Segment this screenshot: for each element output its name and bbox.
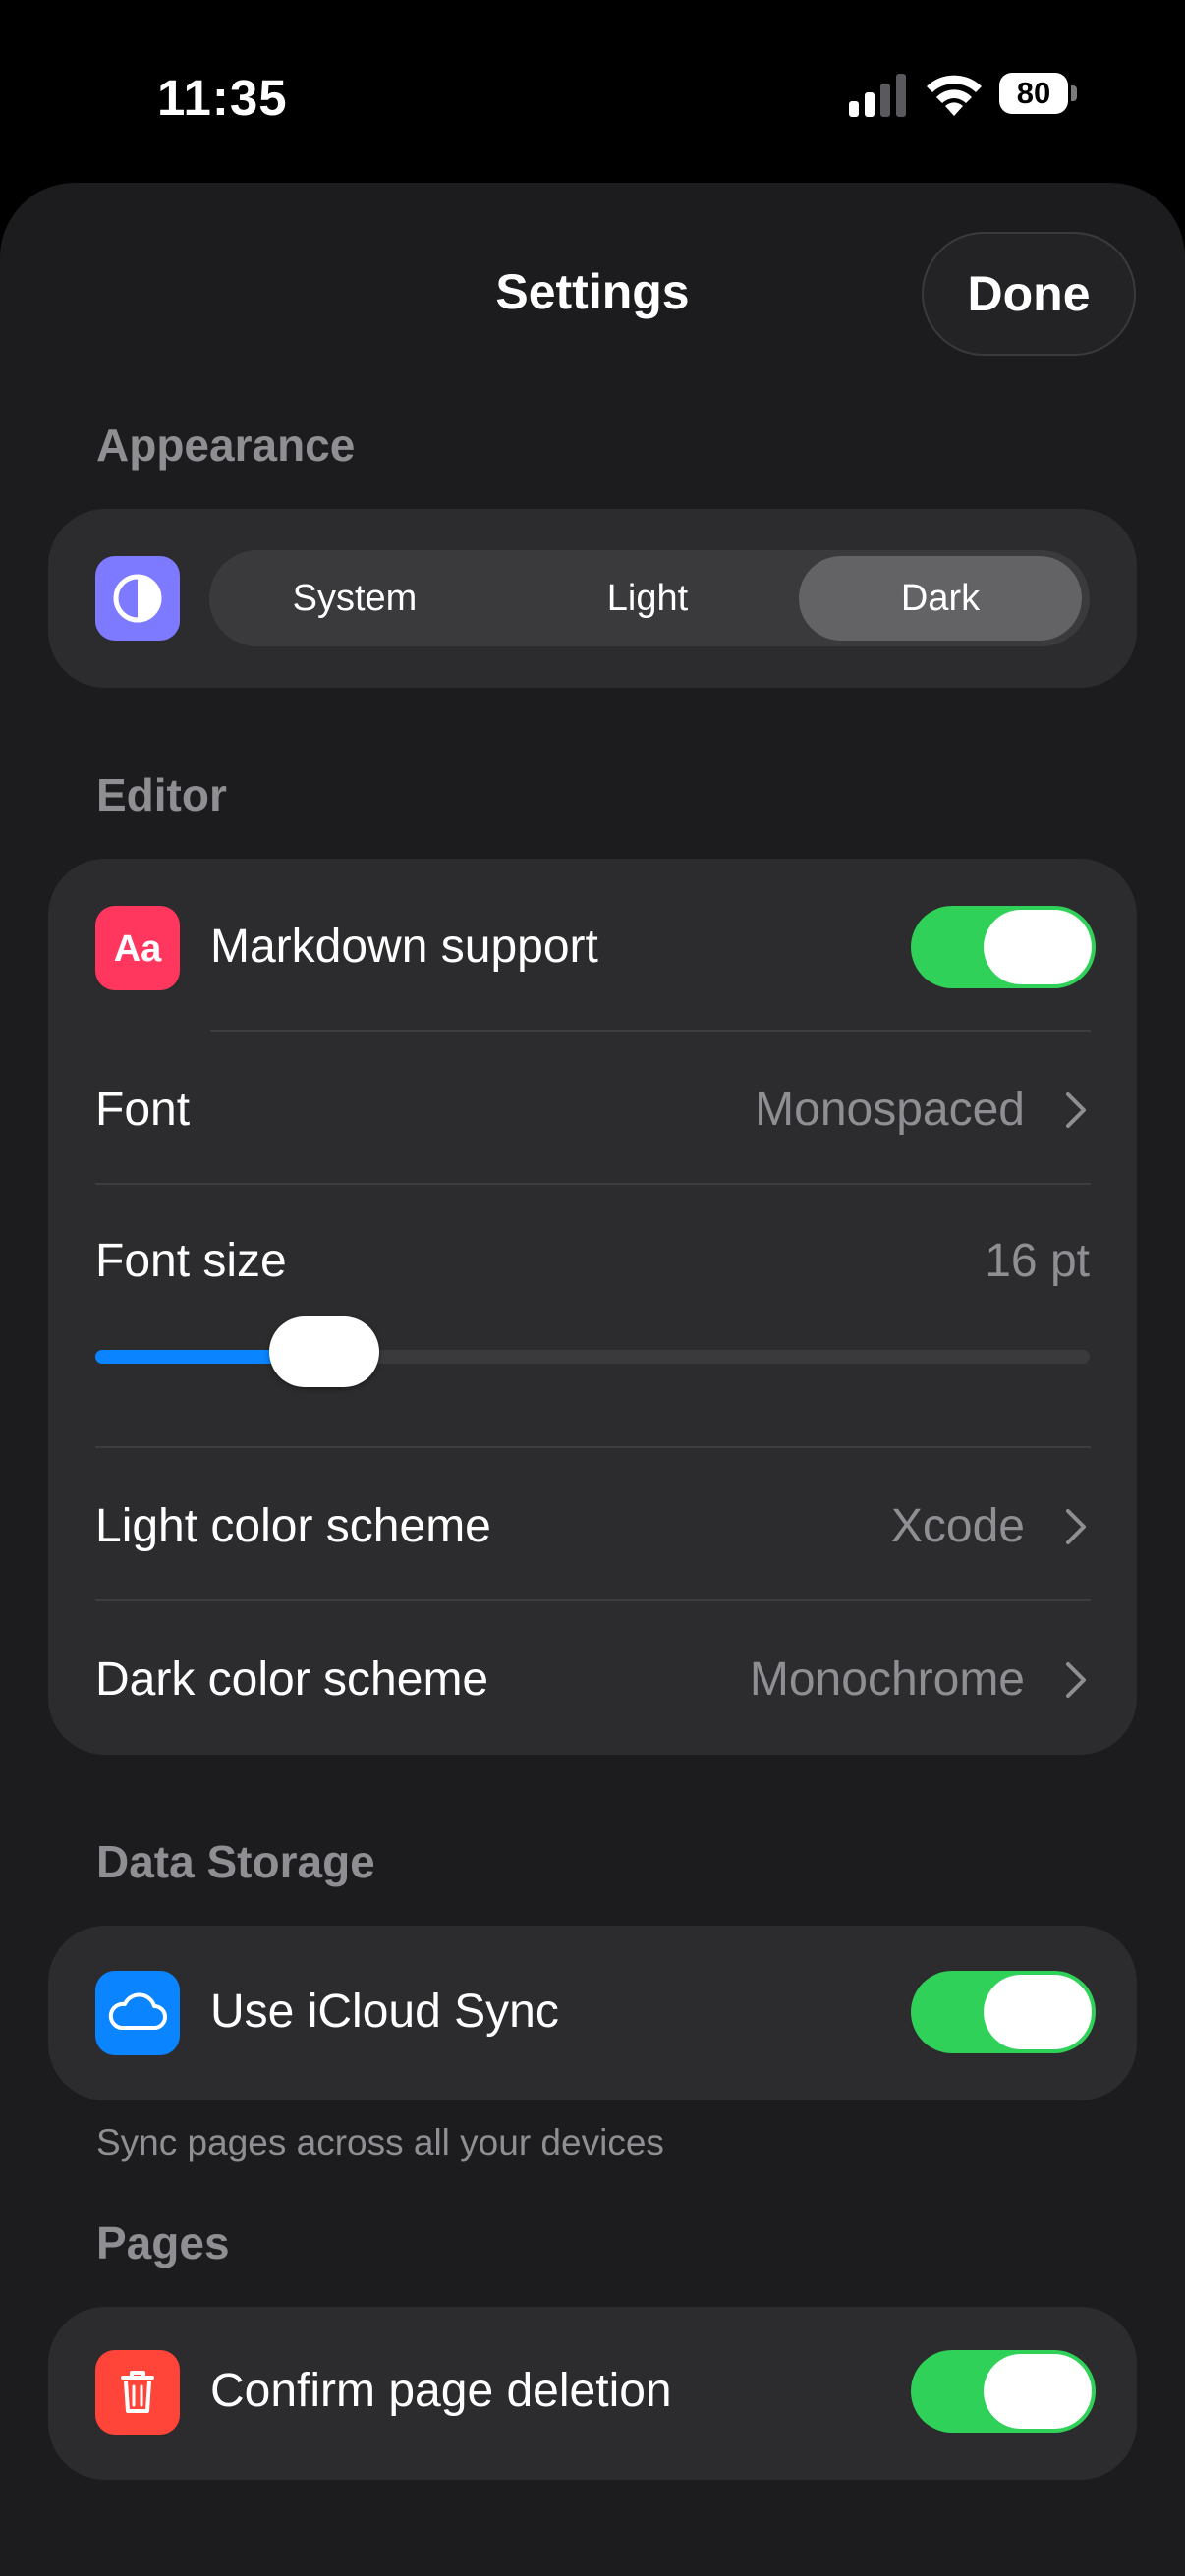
icloud-sync-toggle[interactable] bbox=[911, 1971, 1096, 2053]
done-button[interactable]: Done bbox=[922, 232, 1136, 356]
slider-thumb[interactable] bbox=[268, 1316, 379, 1387]
segment-dark[interactable]: Dark bbox=[799, 556, 1082, 641]
divider bbox=[95, 1183, 1091, 1185]
dark-color-scheme-label: Dark color scheme bbox=[95, 1653, 489, 1706]
light-color-scheme-value[interactable]: Xcode bbox=[891, 1499, 1025, 1553]
battery-icon: 80 bbox=[999, 73, 1080, 116]
trash-icon bbox=[95, 2350, 180, 2435]
section-header-data-storage: Data Storage bbox=[96, 1836, 375, 1887]
markdown-aa-icon: Aa bbox=[95, 906, 180, 990]
divider bbox=[210, 1030, 1091, 1032]
segment-light[interactable]: Light bbox=[502, 550, 793, 646]
font-label: Font bbox=[95, 1084, 191, 1136]
appearance-contrast-icon bbox=[95, 556, 180, 641]
chevron-right-icon bbox=[1066, 1662, 1086, 1698]
editor-card: Aa Markdown support Font Monospaced Font… bbox=[48, 859, 1137, 1755]
appearance-card: System Light Dark bbox=[48, 509, 1137, 688]
section-header-appearance: Appearance bbox=[96, 420, 356, 471]
confirm-page-deletion-toggle[interactable] bbox=[911, 2350, 1096, 2433]
status-time: 11:35 bbox=[157, 70, 288, 126]
chevron-right-icon bbox=[1066, 1092, 1086, 1128]
wifi-icon bbox=[927, 75, 982, 116]
markdown-support-toggle[interactable] bbox=[911, 906, 1096, 988]
chevron-right-icon bbox=[1066, 1509, 1086, 1544]
battery-level: 80 bbox=[999, 73, 1068, 114]
font-size-label: Font size bbox=[95, 1235, 287, 1287]
font-size-value: 16 pt bbox=[985, 1235, 1090, 1287]
status-bar: 11:35 80 bbox=[0, 0, 1185, 187]
icloud-sync-label: Use iCloud Sync bbox=[210, 1986, 559, 2038]
cloud-icon bbox=[95, 1971, 180, 2055]
font-size-slider[interactable] bbox=[95, 1316, 1090, 1387]
pages-card: Confirm page deletion bbox=[48, 2307, 1137, 2480]
divider bbox=[95, 1599, 1091, 1601]
light-color-scheme-label: Light color scheme bbox=[95, 1500, 491, 1552]
dark-color-scheme-value[interactable]: Monochrome bbox=[750, 1652, 1025, 1707]
font-value[interactable]: Monospaced bbox=[755, 1083, 1025, 1137]
confirm-page-deletion-label: Confirm page deletion bbox=[210, 2365, 672, 2417]
appearance-segmented-control: System Light Dark bbox=[209, 550, 1090, 646]
segment-system[interactable]: System bbox=[209, 550, 500, 646]
markdown-support-label: Markdown support bbox=[210, 921, 598, 973]
cellular-signal-icon bbox=[849, 74, 906, 117]
data-storage-card: Use iCloud Sync bbox=[48, 1926, 1137, 2100]
section-header-editor: Editor bbox=[96, 769, 227, 820]
section-header-pages: Pages bbox=[96, 2217, 230, 2268]
icloud-sync-footnote: Sync pages across all your devices bbox=[96, 2122, 664, 2162]
svg-text:Aa: Aa bbox=[114, 928, 162, 970]
divider bbox=[95, 1446, 1091, 1448]
